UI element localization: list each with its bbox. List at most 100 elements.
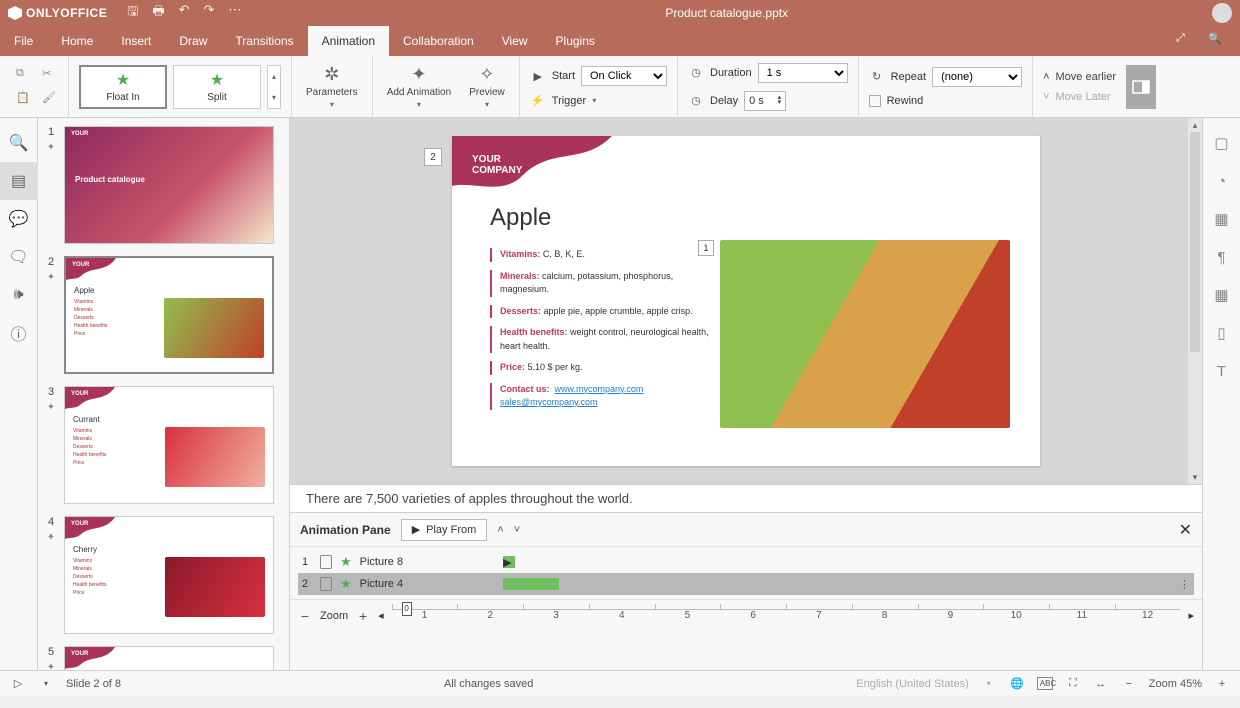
move-later-button[interactable]: ˅Move Later <box>1043 91 1116 103</box>
add-animation-button[interactable]: ✦ Add Animation ▾ <box>383 64 456 109</box>
gear-icon: ✲ <box>324 64 339 85</box>
fit-slide-icon[interactable]: ⛶ <box>1065 677 1081 690</box>
slide-title[interactable]: Apple <box>490 204 551 232</box>
next-icon[interactable]: ˅ <box>514 524 520 536</box>
animation-item[interactable]: 1★Picture 8▶ <box>298 551 1194 573</box>
slide-thumbnails: 1✦YOURProduct catalogue2✦YOURAppleVitami… <box>38 118 290 670</box>
tab-animation[interactable]: Animation <box>308 26 389 56</box>
current-slide[interactable]: 2 YOURCOMPANY Apple 1 Vitamins: C, B, K,… <box>452 136 1040 466</box>
delay-spinner[interactable]: 0 s▴▾ <box>744 91 786 111</box>
slide-settings-icon[interactable]: ▢ <box>1203 124 1240 162</box>
print-icon[interactable]: 🖶 <box>152 2 164 24</box>
timeline-ruler[interactable]: 0 123456789101112 <box>392 609 1181 629</box>
animation-target-name: Picture 8 <box>360 556 403 568</box>
open-location-icon[interactable]: ⤢ <box>1176 32 1194 50</box>
chevron-down-icon[interactable]: ▾ <box>592 96 596 105</box>
zoom-in-icon[interactable]: + <box>356 608 370 624</box>
chevron-down-icon[interactable]: ▾ <box>981 679 997 688</box>
timeline-prev-icon[interactable]: ◂ <box>378 609 384 622</box>
slides-icon[interactable]: ▤ <box>0 162 38 200</box>
prev-icon[interactable]: ˄ <box>497 524 503 536</box>
slide-thumbnail[interactable]: YOURCurrantVitaminsMineralsDessertsHealt… <box>64 386 274 504</box>
effect-float-in[interactable]: ★ Float In <box>79 65 167 109</box>
comments-icon[interactable]: 💬 <box>0 200 38 238</box>
fit-width-icon[interactable]: ↔ <box>1093 678 1109 690</box>
chat-icon[interactable]: 🗨 <box>0 238 38 276</box>
star-icon: ★ <box>340 554 352 570</box>
slide-thumbnail[interactable]: YOURAppleVitaminsMineralsDessertsHealth … <box>64 256 274 374</box>
presentation-icon[interactable]: ▷ <box>10 677 26 690</box>
tab-transitions[interactable]: Transitions <box>221 26 307 56</box>
duration-select[interactable]: 1 s <box>758 63 848 83</box>
redo-icon[interactable]: ↷ <box>204 2 215 24</box>
more-icon[interactable]: ⋮ <box>1179 578 1190 591</box>
textart-settings-icon[interactable]: T <box>1203 352 1240 390</box>
language-label[interactable]: English (United States) <box>856 678 969 690</box>
spellcheck-icon[interactable]: ABC <box>1037 677 1053 690</box>
zoom-out-icon[interactable]: − <box>1121 678 1137 690</box>
move-earlier-button[interactable]: ˄Move earlier <box>1043 71 1116 83</box>
animation-bar[interactable] <box>503 578 559 590</box>
notes-area[interactable]: There are 7,500 varieties of apples thro… <box>290 484 1202 512</box>
feedback-icon[interactable]: 🕪 <box>0 276 38 314</box>
gallery-expand[interactable]: ▴▾ <box>267 65 281 109</box>
zoom-in-icon[interactable]: + <box>1214 678 1230 690</box>
scroll-up-icon[interactable]: ▴ <box>1188 118 1202 132</box>
play-from-button[interactable]: ▶ Play From <box>401 519 488 541</box>
repeat-select[interactable]: (none) <box>932 67 1022 87</box>
animation-bar[interactable]: ▶ <box>503 556 515 568</box>
tab-draw[interactable]: Draw <box>165 26 221 56</box>
contact-link[interactable]: www.mycompany.com <box>555 384 644 394</box>
tab-view[interactable]: View <box>488 26 542 56</box>
save-icon[interactable]: 🖫 <box>127 2 138 24</box>
timeline-next-icon[interactable]: ▸ <box>1188 609 1194 622</box>
tab-collaboration[interactable]: Collaboration <box>389 26 488 56</box>
effect-split[interactable]: ★ Split <box>173 65 261 109</box>
user-avatar[interactable] <box>1212 3 1232 23</box>
animation-pane-toggle[interactable] <box>1126 65 1156 109</box>
parameters-button[interactable]: ✲ Parameters ▾ <box>302 64 362 109</box>
clock-icon: ◷ <box>688 66 704 79</box>
about-icon[interactable]: ⓘ <box>0 314 38 352</box>
copy-icon[interactable]: ⧉ <box>16 67 32 83</box>
start-select[interactable]: On Click <box>581 66 667 86</box>
slide-body[interactable]: Vitamins: C, B, K, E.Minerals: calcium, … <box>490 248 720 418</box>
slide-thumbnail[interactable]: YOURProduct catalogue <box>64 126 274 244</box>
tab-plugins[interactable]: Plugins <box>542 26 609 56</box>
thumb-number: 2✦ <box>44 256 58 374</box>
duration-label: Duration <box>710 67 752 79</box>
contact-email[interactable]: sales@mycompany.com <box>500 397 598 407</box>
paragraph-settings-icon[interactable]: ¶ <box>1203 238 1240 276</box>
search-icon[interactable]: 🔍 <box>1208 32 1226 50</box>
rewind-checkbox[interactable] <box>869 95 881 107</box>
table-settings-icon[interactable]: ▦ <box>1203 276 1240 314</box>
format-painter-icon[interactable]: 🖌 <box>42 91 58 107</box>
tab-insert[interactable]: Insert <box>107 26 165 56</box>
click-trigger-icon <box>320 577 332 591</box>
timeline-tick: 7 <box>786 610 852 629</box>
find-icon[interactable]: 🔍 <box>0 124 38 162</box>
slide-number-badge: 2 <box>424 148 442 166</box>
image-settings-icon[interactable]: ▦ <box>1203 200 1240 238</box>
timeline-tick: 10 <box>983 610 1049 629</box>
preview-button[interactable]: ✧ Preview ▾ <box>465 64 509 109</box>
slide-thumbnail[interactable]: YOURCherryVitaminsMineralsDessertsHealth… <box>64 516 274 634</box>
zoom-out-icon[interactable]: − <box>298 608 312 624</box>
chevron-down-icon[interactable]: ▾ <box>38 679 54 688</box>
tab-home[interactable]: Home <box>47 26 107 56</box>
tab-file[interactable]: File <box>0 26 47 56</box>
shape-settings-icon[interactable]: ◔ <box>1203 162 1240 200</box>
slide-canvas[interactable]: 2 YOURCOMPANY Apple 1 Vitamins: C, B, K,… <box>290 118 1202 484</box>
chart-settings-icon[interactable]: ▯ <box>1203 314 1240 352</box>
scroll-down-icon[interactable]: ▾ <box>1188 470 1202 484</box>
slide-image[interactable] <box>720 240 1010 428</box>
undo-icon[interactable]: ↶ <box>179 2 190 24</box>
cut-icon[interactable]: ✂ <box>42 67 58 83</box>
slide-thumbnail[interactable]: YOURVitaminsMineralsDessertsHealth benef… <box>64 646 274 670</box>
close-icon[interactable]: ✕ <box>1179 520 1192 540</box>
vertical-scrollbar[interactable]: ▴ ▾ <box>1188 118 1202 484</box>
globe-icon[interactable]: 🌐 <box>1009 677 1025 690</box>
paste-icon[interactable]: 📋 <box>16 91 32 107</box>
more-icon[interactable]: ⋯ <box>228 2 241 24</box>
animation-item[interactable]: 2★Picture 4⋮ <box>298 573 1194 595</box>
